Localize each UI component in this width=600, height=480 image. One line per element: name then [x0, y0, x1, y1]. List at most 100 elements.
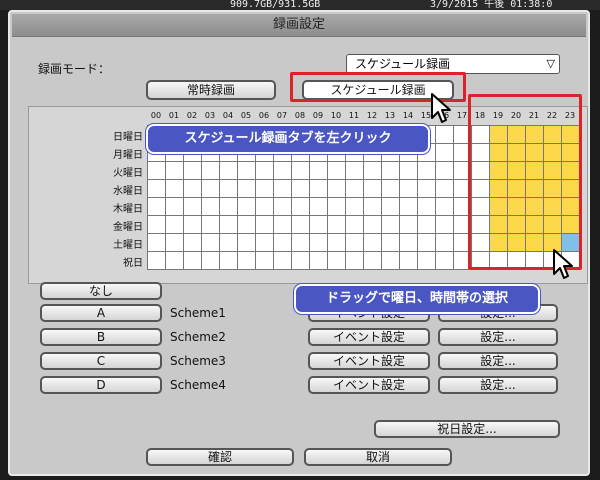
schedule-cell[interactable] [345, 179, 364, 198]
schedule-cell[interactable] [327, 233, 346, 252]
scheme-a-button[interactable]: A [40, 304, 162, 322]
schedule-cell[interactable] [345, 233, 364, 252]
schedule-cell[interactable] [417, 251, 436, 270]
schedule-cell[interactable] [201, 251, 220, 270]
schedule-cell[interactable] [255, 215, 274, 234]
schedule-cell[interactable] [255, 197, 274, 216]
schedule-cell[interactable] [417, 161, 436, 180]
schedule-cell[interactable] [273, 233, 292, 252]
schedule-cell[interactable] [399, 197, 418, 216]
schedule-cell[interactable] [255, 233, 274, 252]
scheme-none-button[interactable]: なし [40, 282, 162, 300]
schedule-cell[interactable] [345, 197, 364, 216]
schedule-cell[interactable] [255, 251, 274, 270]
schedule-cell[interactable] [237, 197, 256, 216]
schedule-cell[interactable] [399, 233, 418, 252]
schedule-cell[interactable] [255, 161, 274, 180]
schedule-cell[interactable] [183, 161, 202, 180]
schedule-cell[interactable] [273, 179, 292, 198]
schedule-cell[interactable] [381, 179, 400, 198]
event-settings-button[interactable]: イベント設定 [308, 376, 430, 394]
schedule-cell[interactable] [147, 251, 166, 270]
schedule-cell[interactable] [237, 161, 256, 180]
event-settings-button[interactable]: イベント設定 [308, 328, 430, 346]
schedule-cell[interactable] [381, 233, 400, 252]
schedule-cell[interactable] [291, 251, 310, 270]
schedule-cell[interactable] [255, 179, 274, 198]
schedule-cell[interactable] [165, 215, 184, 234]
schedule-cell[interactable] [147, 179, 166, 198]
cancel-button[interactable]: 取消 [304, 448, 452, 466]
schedule-cell[interactable] [381, 215, 400, 234]
schedule-cell[interactable] [309, 179, 328, 198]
schedule-cell[interactable] [399, 179, 418, 198]
schedule-cell[interactable] [219, 251, 238, 270]
schedule-cell[interactable] [183, 251, 202, 270]
schedule-cell[interactable] [417, 215, 436, 234]
schedule-cell[interactable] [291, 161, 310, 180]
schedule-cell[interactable] [435, 143, 454, 162]
schedule-cell[interactable] [327, 161, 346, 180]
schedule-cell[interactable] [165, 197, 184, 216]
schedule-cell[interactable] [183, 197, 202, 216]
schedule-cell[interactable] [381, 161, 400, 180]
schedule-cell[interactable] [435, 215, 454, 234]
schedule-cell[interactable] [291, 179, 310, 198]
schedule-cell[interactable] [201, 233, 220, 252]
scheme-d-button[interactable]: D [40, 376, 162, 394]
schedule-cell[interactable] [183, 179, 202, 198]
schedule-cell[interactable] [363, 161, 382, 180]
schedule-cell[interactable] [147, 161, 166, 180]
schedule-cell[interactable] [165, 233, 184, 252]
schedule-cell[interactable] [435, 251, 454, 270]
scheme-c-button[interactable]: C [40, 352, 162, 370]
schedule-cell[interactable] [219, 179, 238, 198]
schedule-cell[interactable] [273, 161, 292, 180]
recording-mode-select[interactable]: スケジュール録画 ▽ [346, 54, 560, 74]
schedule-cell[interactable] [237, 215, 256, 234]
schedule-cell[interactable] [345, 215, 364, 234]
schedule-cell[interactable] [201, 197, 220, 216]
schedule-cell[interactable] [327, 215, 346, 234]
schedule-cell[interactable] [309, 215, 328, 234]
schedule-cell[interactable] [435, 125, 454, 144]
schedule-cell[interactable] [327, 179, 346, 198]
schedule-cell[interactable] [219, 161, 238, 180]
schedule-cell[interactable] [273, 251, 292, 270]
schedule-cell[interactable] [237, 233, 256, 252]
schedule-cell[interactable] [219, 215, 238, 234]
scheme-b-button[interactable]: B [40, 328, 162, 346]
schedule-cell[interactable] [237, 251, 256, 270]
schedule-cell[interactable] [291, 215, 310, 234]
schedule-cell[interactable] [291, 197, 310, 216]
schedule-cell[interactable] [363, 197, 382, 216]
schedule-cell[interactable] [363, 233, 382, 252]
schedule-cell[interactable] [273, 197, 292, 216]
schedule-cell[interactable] [201, 179, 220, 198]
holiday-settings-button[interactable]: 祝日設定... [374, 420, 560, 438]
schedule-cell[interactable] [345, 251, 364, 270]
schedule-cell[interactable] [147, 215, 166, 234]
schedule-cell[interactable] [237, 179, 256, 198]
schedule-cell[interactable] [381, 197, 400, 216]
schedule-cell[interactable] [165, 251, 184, 270]
schedule-cell[interactable] [147, 197, 166, 216]
scheme-settings-button[interactable]: 設定... [438, 328, 558, 346]
schedule-cell[interactable] [435, 197, 454, 216]
schedule-cell[interactable] [327, 197, 346, 216]
ok-button[interactable]: 確認 [146, 448, 294, 466]
schedule-cell[interactable] [183, 215, 202, 234]
schedule-cell[interactable] [363, 215, 382, 234]
schedule-cell[interactable] [165, 161, 184, 180]
schedule-cell[interactable] [327, 251, 346, 270]
schedule-cell[interactable] [309, 197, 328, 216]
schedule-cell[interactable] [345, 161, 364, 180]
schedule-cell[interactable] [219, 197, 238, 216]
schedule-cell[interactable] [201, 215, 220, 234]
schedule-cell[interactable] [183, 233, 202, 252]
schedule-cell[interactable] [417, 179, 436, 198]
schedule-cell[interactable] [435, 161, 454, 180]
schedule-cell[interactable] [219, 233, 238, 252]
schedule-cell[interactable] [309, 233, 328, 252]
schedule-cell[interactable] [435, 233, 454, 252]
